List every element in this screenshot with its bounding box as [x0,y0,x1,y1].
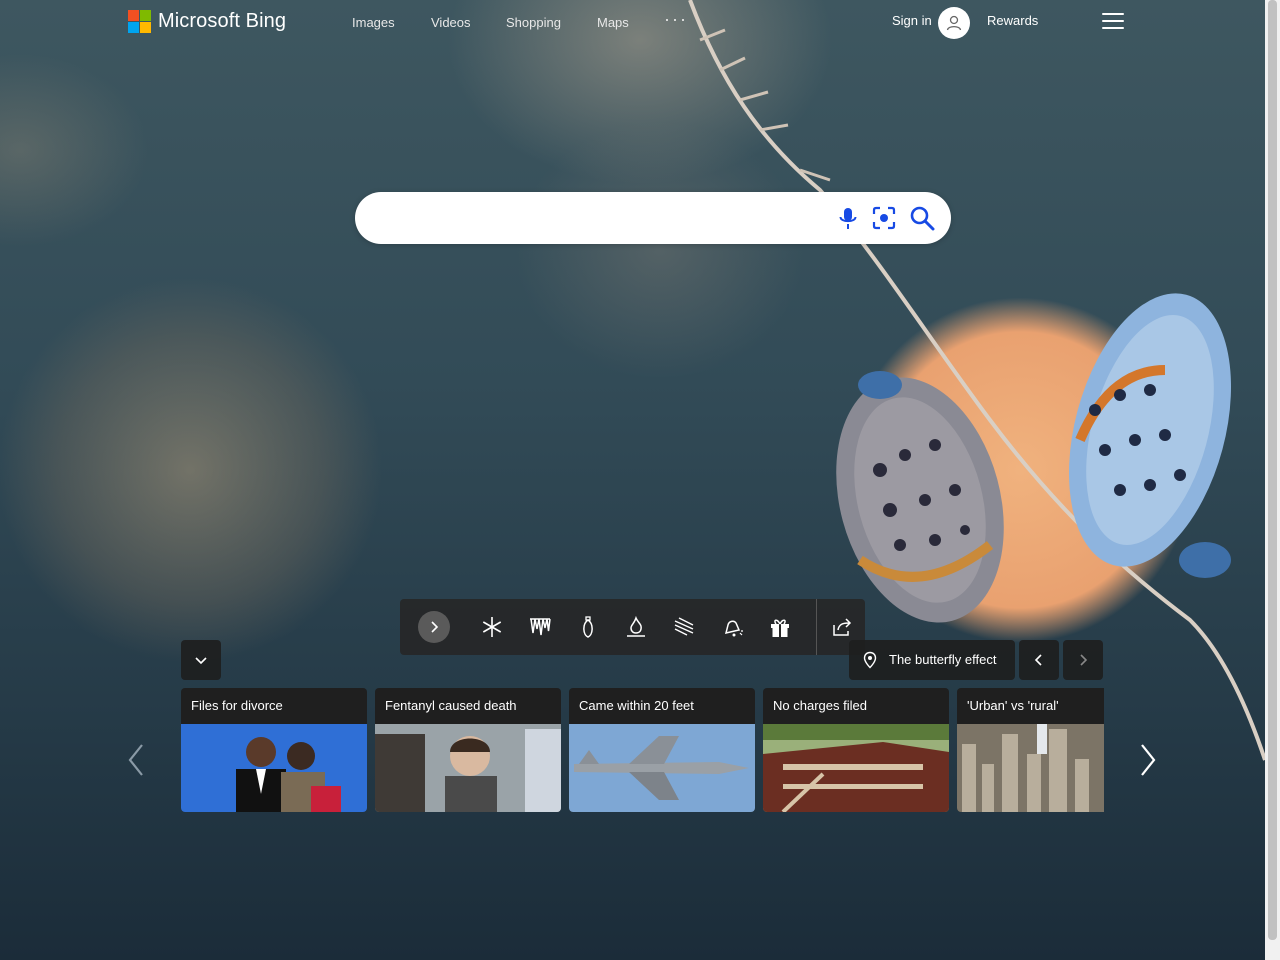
bing-logo[interactable]: Microsoft Bing [128,10,286,33]
nav-videos[interactable]: Videos [431,15,471,30]
icicles-icon[interactable] [528,615,552,639]
news-card-title: Fentanyl caused death [385,698,517,713]
page-scrollbar[interactable] [1265,0,1280,960]
news-card-title: Files for divorce [191,698,283,713]
news-card-image [569,724,755,812]
news-next-arrow[interactable] [1138,742,1158,778]
news-card[interactable]: No charges filed [763,688,949,812]
logo-square-yellow [140,22,151,33]
news-card[interactable]: Fentanyl caused death [375,688,561,812]
logo-square-green [140,10,151,21]
news-prev-arrow[interactable] [126,742,146,778]
location-pin-icon [863,651,877,669]
next-image-button[interactable] [1063,640,1103,680]
next-chevron-icon [431,621,439,633]
news-card-image [763,724,949,812]
logo-square-red [128,10,139,21]
news-card-image [375,724,561,812]
brand-name: Microsoft Bing [158,10,287,32]
search-icon[interactable] [909,205,935,231]
news-card-image [181,724,367,812]
toolbar-next-button[interactable] [418,611,450,643]
chevron-right-icon [1080,654,1088,666]
hamburger-icon[interactable] [1102,13,1124,31]
chevron-left-icon [1034,654,1042,666]
snowflake-icon[interactable] [480,615,504,639]
toolbar-divider [816,599,817,655]
fire-icon[interactable] [624,615,648,639]
news-card[interactable]: Came within 20 feet [569,688,755,812]
rewards-link[interactable]: Rewards [987,13,1038,28]
nav-images[interactable]: Images [352,15,395,30]
person-icon [946,15,962,31]
wind-icon[interactable] [672,615,696,639]
ornament-icon[interactable] [576,615,600,639]
share-icon[interactable] [830,615,854,639]
bell-icon[interactable] [720,615,744,639]
microphone-icon[interactable] [835,205,861,231]
search-box [355,192,951,244]
news-carousel: Files for divorce Fentanyl caused death … [181,688,1104,812]
background-image [688,0,1265,761]
news-card[interactable]: 'Urban' vs 'rural' [957,688,1104,812]
news-card-title: Came within 20 feet [579,698,694,713]
search-input[interactable] [377,204,831,234]
microsoft-logo-icon [128,10,151,33]
scrollbar-thumb[interactable] [1268,0,1277,940]
nav-more-button[interactable]: ··· [664,9,688,30]
news-card-image [957,724,1104,812]
visual-search-icon[interactable] [871,205,897,231]
news-card[interactable]: Files for divorce [181,688,367,812]
image-info-button[interactable]: The butterfly effect [849,640,1015,680]
sign-in-link[interactable]: Sign in [892,13,932,28]
collapse-feed-button[interactable] [181,640,221,680]
previous-image-button[interactable] [1019,640,1059,680]
nav-shopping[interactable]: Shopping [506,15,561,30]
avatar[interactable] [938,7,970,39]
logo-square-blue [128,22,139,33]
chevron-down-icon [195,657,207,665]
theme-toolbar [400,599,865,655]
news-card-title: No charges filed [773,698,867,713]
image-caption: The butterfly effect [889,652,997,667]
gift-icon[interactable] [768,615,792,639]
news-card-title: 'Urban' vs 'rural' [967,698,1059,713]
nav-maps[interactable]: Maps [597,15,629,30]
